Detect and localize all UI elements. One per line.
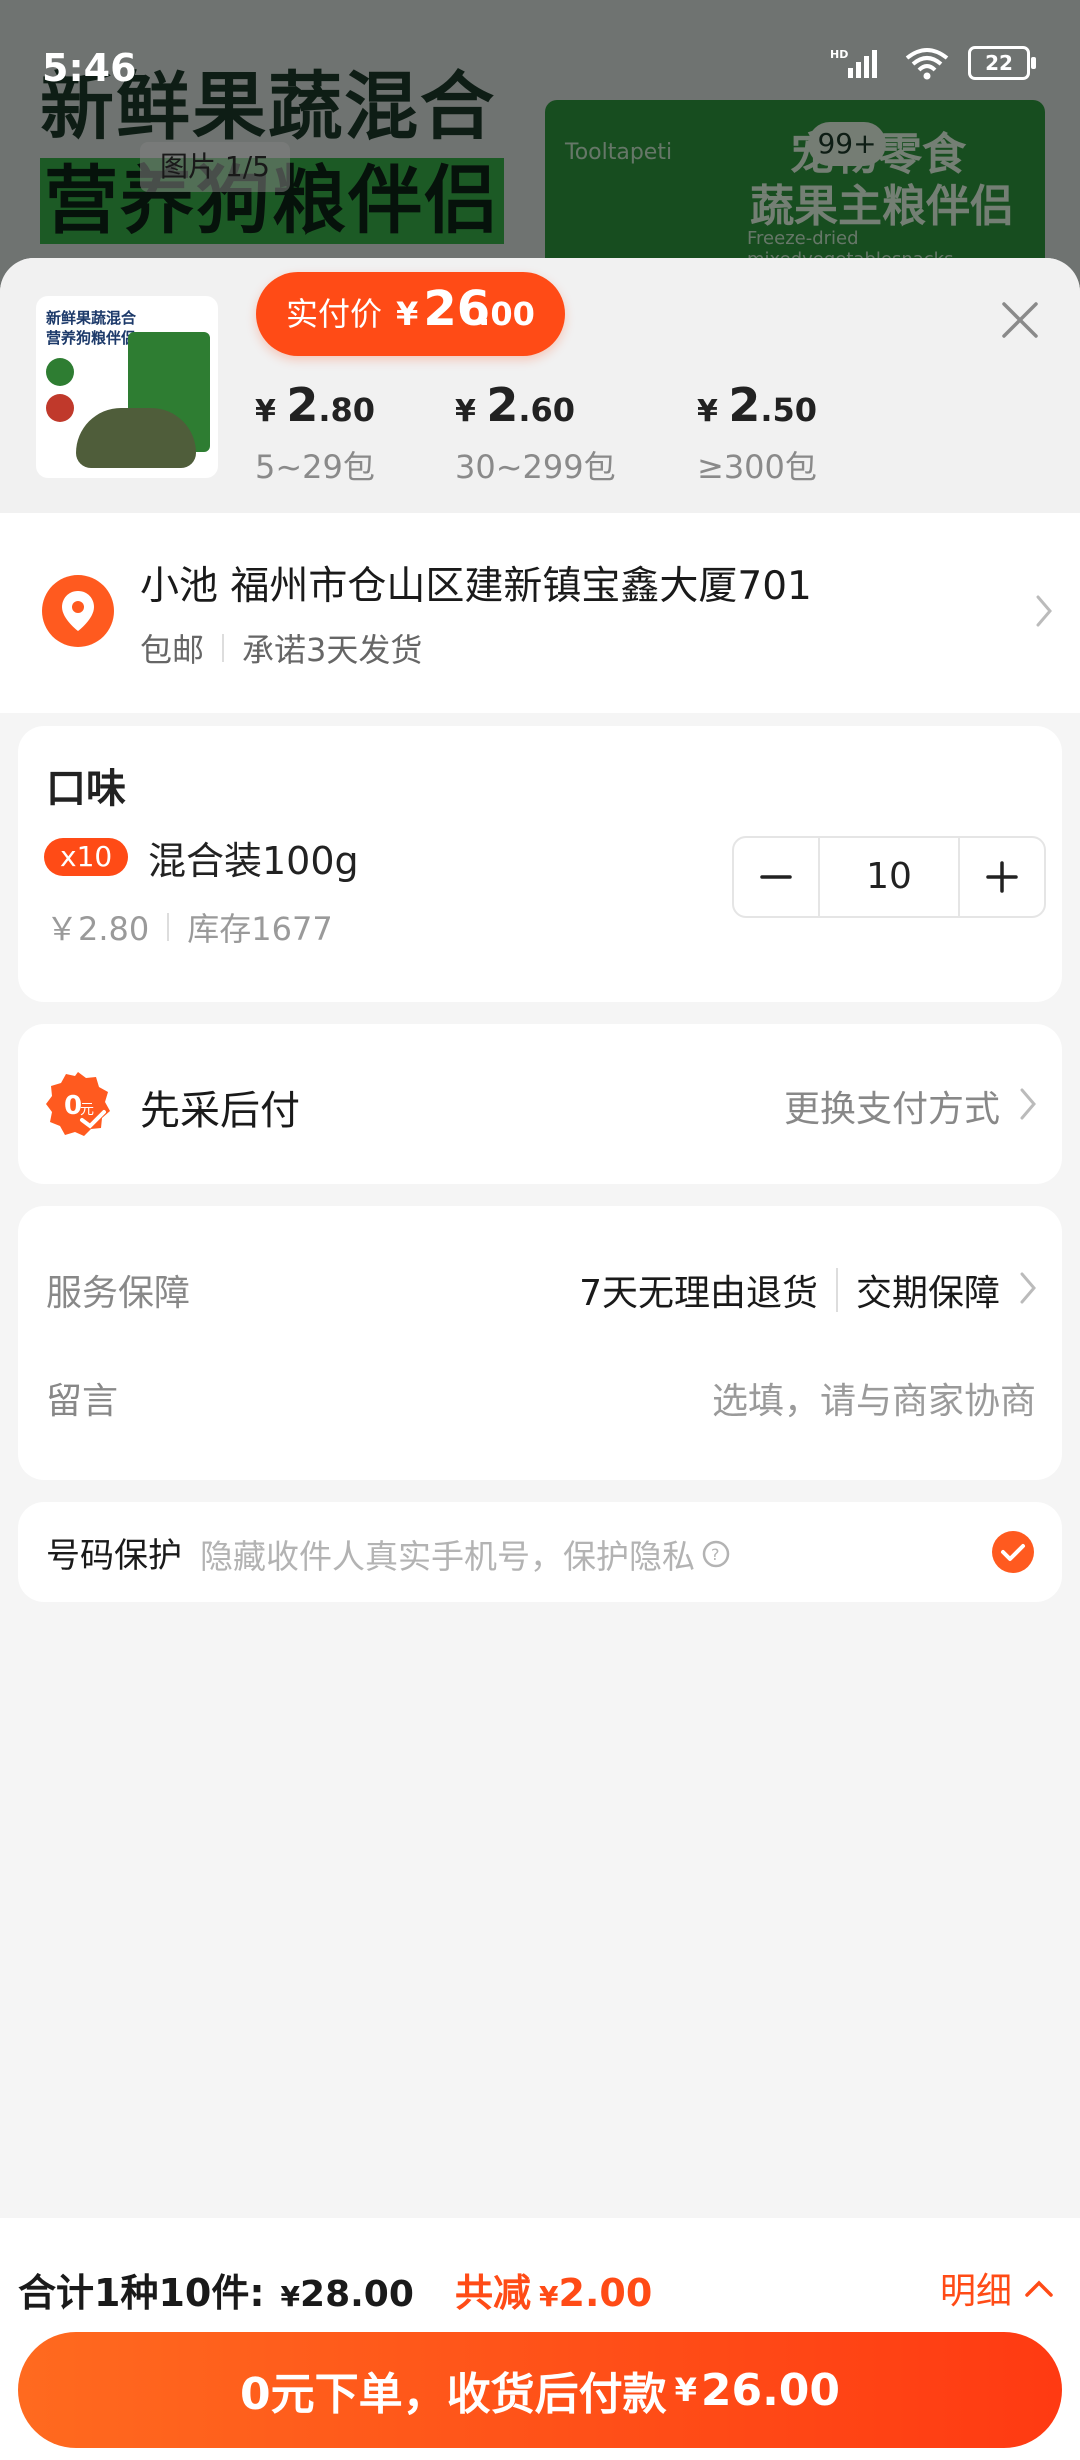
tier-range: 5~29包 <box>255 448 375 486</box>
phone-protect-card: 号码保护 隐藏收件人真实手机号，保护隐私 ? <box>18 1502 1062 1602</box>
help-icon[interactable]: ? <box>701 1539 731 1569</box>
total-label: 合计1种10件: <box>18 2271 265 2315</box>
decrease-button[interactable] <box>734 838 818 916</box>
thumbnail-ingredient-dots <box>46 358 74 422</box>
phone-protect-desc-text: 隐藏收件人真实手机号，保护隐私 <box>200 1537 695 1576</box>
phone-protect-label: 号码保护 <box>46 1536 182 1576</box>
status-icons: HD 22 <box>830 46 1036 80</box>
battery-icon: 22 <box>968 46 1036 80</box>
sheet-header: 新鲜果蔬混合 营养狗粮伴侣 实付价 ¥ 26.00 ¥ 2.80 5~29包 ¥… <box>0 258 1080 513</box>
shipping-promise-label: 承诺3天发货 <box>242 631 423 669</box>
payment-method-title: 先采后付 <box>140 1088 300 1134</box>
tier-currency: ¥ <box>255 394 276 429</box>
tier-currency: ¥ <box>697 394 718 429</box>
wifi-icon <box>905 48 949 80</box>
tier-price-decimal: .60 <box>518 391 576 429</box>
thumbnail-title: 新鲜果蔬混合 营养狗粮伴侣 <box>46 308 136 348</box>
actual-price-label: 实付价 <box>286 295 383 333</box>
close-icon[interactable] <box>998 298 1042 342</box>
free-shipping-label: 包邮 <box>140 631 205 669</box>
detail-label: 明细 <box>939 2271 1012 2312</box>
chevron-up-icon <box>1025 2280 1053 2297</box>
checkmark-icon <box>1001 1544 1025 1561</box>
divider <box>222 634 225 662</box>
quantity-input[interactable]: 10 <box>818 838 960 916</box>
tier-price-integer: 2 <box>286 378 319 432</box>
actual-price-badge: 实付价 ¥ 26.00 <box>256 272 565 356</box>
sku-name[interactable]: 混合装100g <box>148 830 359 885</box>
pay-later-icon: 0 元 <box>46 1072 110 1136</box>
location-pin-icon <box>42 575 114 647</box>
actual-price-currency: ¥ <box>396 295 419 333</box>
tier-range: ≥300包 <box>697 448 817 486</box>
total-currency: ¥ <box>280 2280 301 2313</box>
divider <box>835 1268 838 1312</box>
discount-label: 共减 <box>455 2271 532 2315</box>
place-order-currency: ¥ <box>674 2371 697 2409</box>
address-shipping-info: 包邮 承诺3天发货 <box>140 625 422 671</box>
status-bar: 5:46 HD 22 <box>0 0 1080 130</box>
return-policy-label: 7天无理由退货 <box>579 1273 818 1314</box>
price-tier-2: ¥ 2.60 30~299包 <box>455 378 616 488</box>
discount-total: 共减 ¥ 2.00 <box>455 2262 652 2317</box>
plus-icon <box>986 861 1018 893</box>
thumbnail-title-1: 新鲜果蔬混合 <box>46 309 137 327</box>
address-row[interactable]: 小池 福州市仓山区建新镇宝鑫大厦701 包邮 承诺3天发货 <box>0 513 1080 713</box>
minus-icon <box>760 875 792 879</box>
place-order-label: 0元下单，收货后付款 <box>239 2369 667 2420</box>
chevron-right-icon <box>1020 1088 1036 1120</box>
divider <box>167 913 170 941</box>
checkout-bar: 合计1种10件: ¥ 28.00 共减 ¥ 2.00 明细 0元下单，收货后付款… <box>0 2218 1080 2460</box>
sku-details: ￥2.80 库存1677 <box>46 904 333 950</box>
service-card: 服务保障 7天无理由退货 交期保障 留言 选填，请与商家协商 <box>18 1206 1062 1480</box>
delivery-guarantee-label: 交期保障 <box>855 1273 1000 1314</box>
order-total: 合计1种10件: ¥ 28.00 <box>18 2262 414 2317</box>
flavor-title: 口味 <box>46 766 126 812</box>
signal-icon: HD <box>830 48 877 78</box>
phone-protect-description: 隐藏收件人真实手机号，保护隐私 ? <box>200 1530 731 1578</box>
phone-protect-checkbox[interactable] <box>992 1531 1034 1573</box>
sku-stock: 库存1677 <box>187 910 333 948</box>
quantity-badge: x10 <box>44 838 129 876</box>
service-label: 服务保障 <box>46 1273 191 1314</box>
tier-price-integer: 2 <box>486 378 519 432</box>
chevron-right-icon <box>1036 595 1052 627</box>
place-order-amount: 26.00 <box>700 2364 841 2416</box>
price-tier-1: ¥ 2.80 5~29包 <box>255 378 375 488</box>
increase-button[interactable] <box>960 838 1044 916</box>
tier-price-decimal: .50 <box>760 391 818 429</box>
sku-price: ￥2.80 <box>46 910 150 948</box>
price-detail-toggle[interactable]: 明细 <box>940 2262 1054 2314</box>
quantity-stepper: 10 <box>732 836 1046 918</box>
thumbnail-title-2: 营养狗粮伴侣 <box>46 329 137 347</box>
actual-price-decimal: .00 <box>478 295 535 333</box>
svg-text:元: 元 <box>80 1102 94 1118</box>
discount-currency: ¥ <box>539 2280 559 2313</box>
product-thumbnail[interactable]: 新鲜果蔬混合 营养狗粮伴侣 <box>36 296 218 478</box>
place-order-button[interactable]: 0元下单，收货后付款 ¥ 26.00 <box>18 2332 1062 2448</box>
order-sheet: 新鲜果蔬混合 营养狗粮伴侣 实付价 ¥ 26.00 ¥ 2.80 5~29包 ¥… <box>0 258 1080 2460</box>
address-text: 小池 福州市仓山区建新镇宝鑫大厦701 <box>140 564 812 609</box>
total-amount: 28.00 <box>300 2274 414 2315</box>
service-guarantees[interactable]: 7天无理由退货 交期保障 <box>579 1264 1000 1316</box>
tier-price-decimal: .80 <box>318 391 376 429</box>
svg-text:HD: HD <box>830 48 848 61</box>
note-label: 留言 <box>46 1381 119 1422</box>
tier-currency: ¥ <box>455 394 476 429</box>
flavor-card: 口味 x10 混合装100g ￥2.80 库存1677 10 <box>18 726 1062 1002</box>
chevron-right-icon <box>1020 1272 1036 1304</box>
status-time: 5:46 <box>42 46 137 90</box>
price-tier-3: ¥ 2.50 ≥300包 <box>697 378 817 488</box>
svg-text:?: ? <box>711 1545 720 1564</box>
discount-amount: 2.00 <box>558 2271 653 2315</box>
tier-price-integer: 2 <box>728 378 761 432</box>
note-input[interactable]: 选填，请与商家协商 <box>712 1372 1036 1424</box>
change-payment-link[interactable]: 更换支付方式 <box>784 1080 1000 1132</box>
thumbnail-bowl <box>76 408 196 468</box>
payment-card[interactable]: 0 元 先采后付 更换支付方式 <box>18 1024 1062 1184</box>
tier-range: 30~299包 <box>455 448 616 486</box>
